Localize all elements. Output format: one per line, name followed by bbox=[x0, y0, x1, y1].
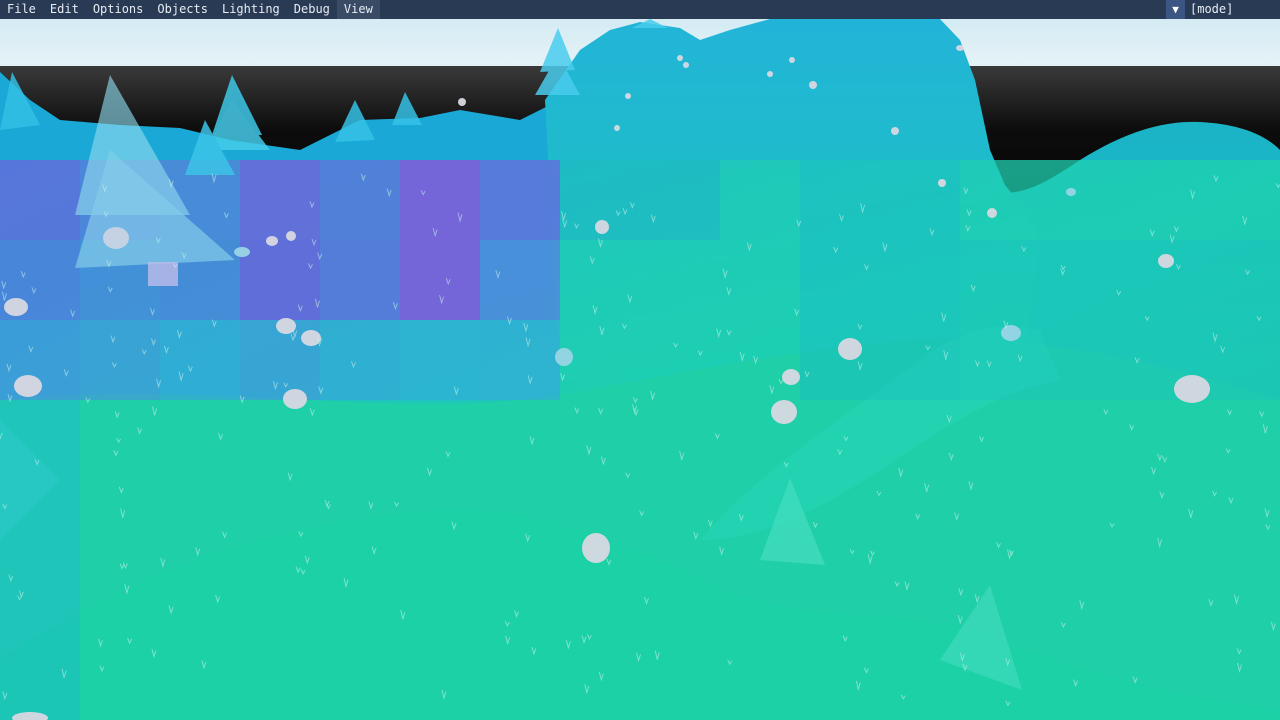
scene-render bbox=[0, 19, 1280, 720]
menu-options[interactable]: Options bbox=[86, 0, 151, 19]
menu-debug[interactable]: Debug bbox=[287, 0, 337, 19]
dropdown-arrow-icon[interactable]: ▼ bbox=[1166, 0, 1185, 19]
mode-value[interactable]: [mode] bbox=[1185, 0, 1280, 19]
menu-lighting[interactable]: Lighting bbox=[215, 0, 287, 19]
menu-file[interactable]: File bbox=[0, 0, 43, 19]
menu-edit[interactable]: Edit bbox=[43, 0, 86, 19]
menu-objects[interactable]: Objects bbox=[150, 0, 215, 19]
menu-bar: File Edit Options Objects Lighting Debug… bbox=[0, 0, 1280, 19]
game-viewport[interactable] bbox=[0, 19, 1280, 720]
menu-view[interactable]: View bbox=[336, 0, 380, 19]
mode-combo[interactable]: ▼ [mode] bbox=[1166, 0, 1280, 19]
